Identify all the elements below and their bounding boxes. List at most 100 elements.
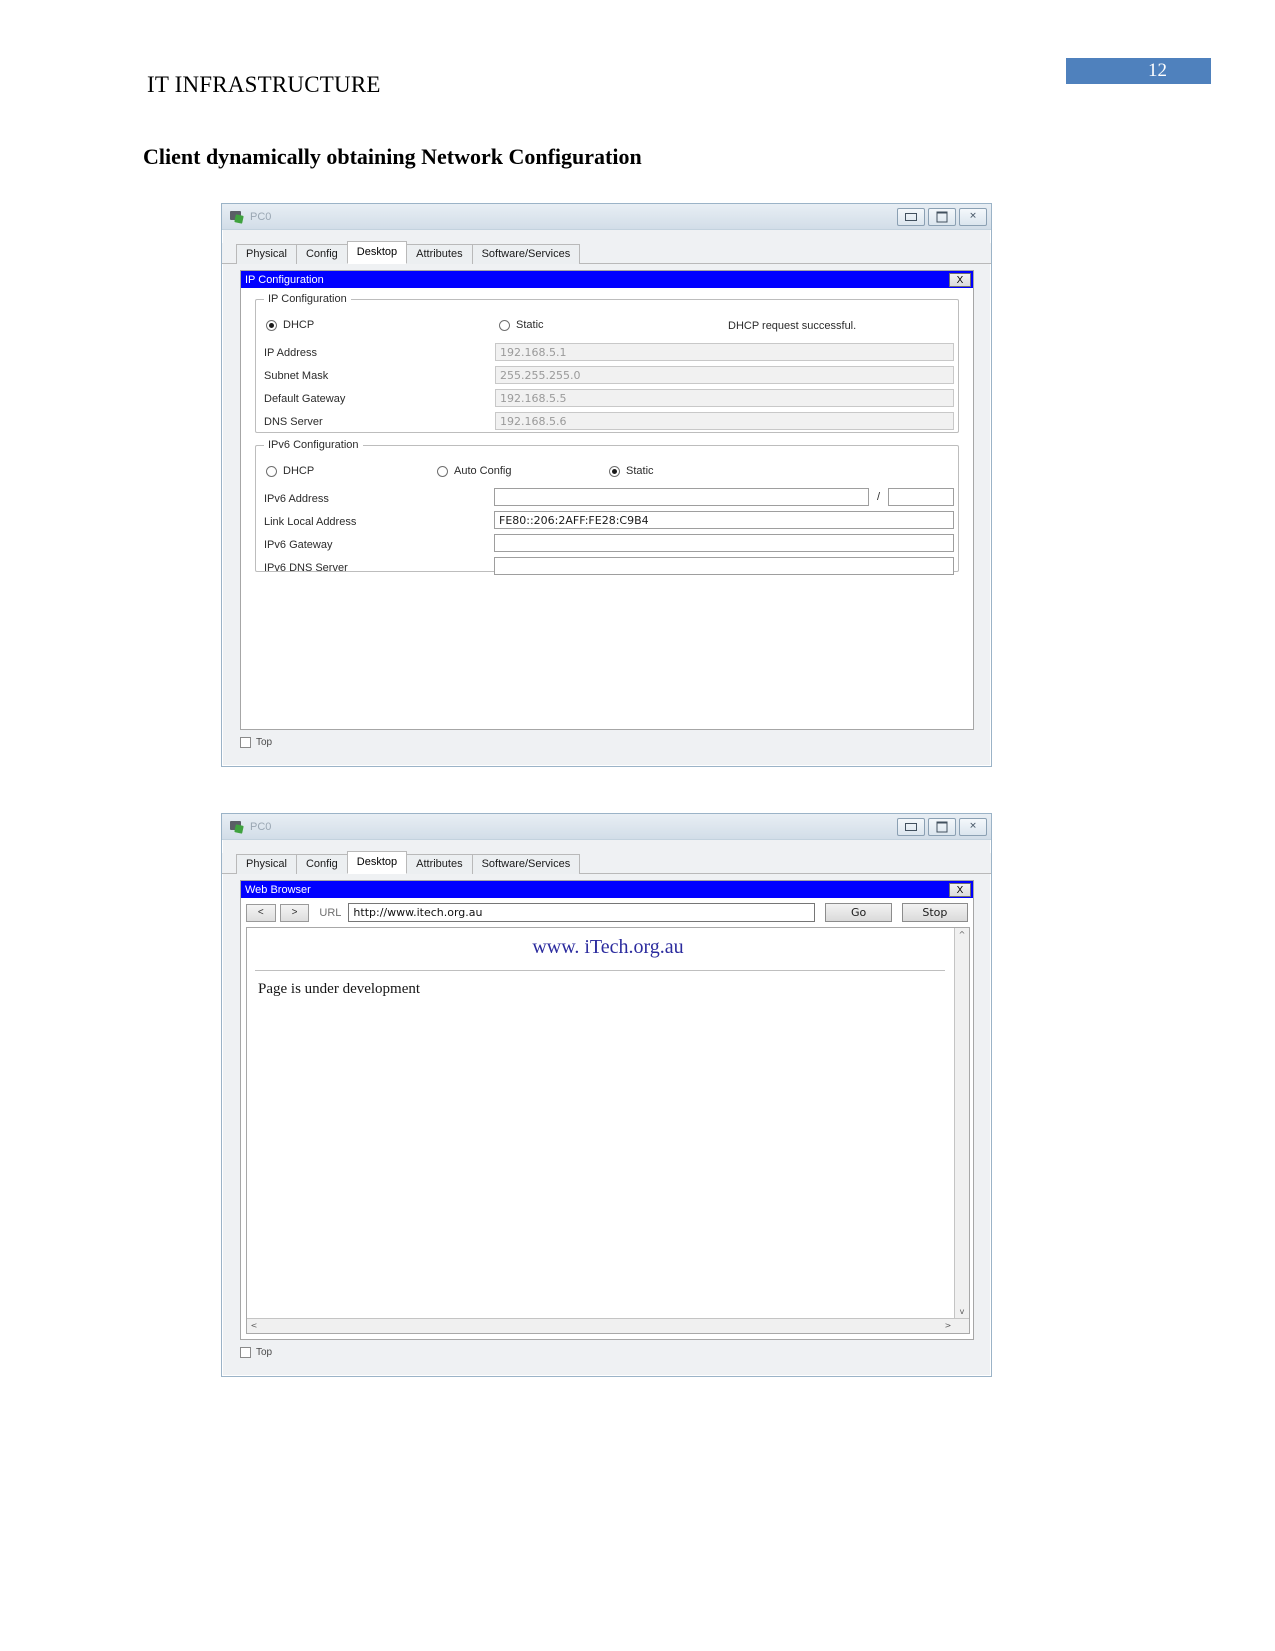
close-icon[interactable]: ✕ [959, 817, 987, 836]
web-browser-app-titlebar: Web Browser X [241, 881, 973, 898]
vertical-scrollbar[interactable]: ^ v [954, 928, 969, 1319]
go-button[interactable]: Go [825, 903, 892, 922]
radio-label: Static [516, 319, 544, 331]
radio-label: Auto Config [454, 465, 512, 477]
window1-title: PC0 [250, 210, 272, 223]
ipv6-prefix-separator: / [877, 491, 881, 503]
browser-toolbar: < > URL http://www.itech.org.au Go Stop [246, 903, 969, 922]
radio-ipv6-dhcp[interactable]: DHCP [266, 465, 314, 477]
label-ipv6-dns-server: IPv6 DNS Server [264, 562, 348, 574]
label-link-local-address: Link Local Address [264, 516, 357, 528]
scroll-left-arrow-icon[interactable]: < [247, 1319, 261, 1333]
radio-ipv4-static[interactable]: Static [499, 319, 544, 331]
desktop-panel-web-browser: Web Browser X < > URL http://www.itech.o… [240, 880, 974, 1340]
radio-indicator-icon [266, 319, 277, 331]
radio-indicator-icon [266, 465, 277, 477]
window1-tab-bar: Physical Config Desktop Attributes Softw… [222, 241, 991, 264]
input-link-local-address[interactable]: FE80::206:2AFF:FE28:C9B4 [494, 511, 954, 529]
checkbox-top[interactable] [240, 1347, 251, 1358]
tab-desktop[interactable]: Desktop [346, 851, 408, 874]
tab-attributes[interactable]: Attributes [406, 244, 473, 264]
url-input[interactable]: http://www.itech.org.au [348, 903, 816, 922]
forward-button[interactable]: > [279, 903, 310, 922]
packet-tracer-window-ip-config: PC0 ✕ Physical Config Desktop Attributes… [221, 203, 992, 767]
tab-desktop[interactable]: Desktop [346, 241, 408, 264]
window2-title: PC0 [250, 820, 272, 833]
label-ipv6-address: IPv6 Address [264, 493, 329, 505]
input-ipv6-dns-server[interactable] [494, 557, 954, 575]
radio-ipv6-auto-config[interactable]: Auto Config [437, 465, 511, 477]
maximize-icon[interactable] [928, 207, 956, 226]
ipv6-configuration-group: IPv6 Configuration DHCP Auto Config Stat… [255, 439, 959, 575]
page-title: Client dynamically obtaining Network Con… [143, 144, 642, 169]
dhcp-status-text: DHCP request successful. [728, 320, 857, 332]
radio-label: DHCP [283, 465, 315, 477]
input-subnet-mask[interactable]: 255.255.255.0 [495, 366, 954, 384]
document-header-title: IT INFRASTRUCTURE [147, 72, 381, 97]
maximize-icon[interactable] [928, 817, 956, 836]
window2-tab-bar: Physical Config Desktop Attributes Softw… [222, 851, 991, 874]
web-browser-app-title: Web Browser [245, 883, 311, 896]
input-ipv6-gateway[interactable] [494, 534, 954, 552]
ipv6-group-legend: IPv6 Configuration [264, 439, 363, 452]
radio-ipv4-dhcp[interactable]: DHCP [266, 319, 314, 331]
input-ip-address[interactable]: 192.168.5.1 [495, 343, 954, 361]
label-ipv6-gateway: IPv6 Gateway [264, 539, 333, 551]
minimize-icon[interactable] [897, 207, 925, 226]
radio-indicator-icon [609, 465, 620, 477]
radio-label: DHCP [283, 319, 315, 331]
top-checkbox-row[interactable]: Top [240, 1347, 272, 1358]
tab-software-services[interactable]: Software/Services [471, 244, 581, 264]
tab-physical[interactable]: Physical [236, 244, 297, 264]
scroll-up-arrow-icon[interactable]: ^ [955, 928, 969, 942]
top-checkbox-row[interactable]: Top [240, 737, 272, 748]
checkbox-top-label: Top [256, 1347, 273, 1358]
ip-config-app-title: IP Configuration [245, 273, 324, 286]
label-ip-address: IP Address [264, 347, 317, 359]
radio-indicator-icon [437, 465, 448, 477]
input-default-gateway[interactable]: 192.168.5.5 [495, 389, 954, 407]
horizontal-scrollbar[interactable]: < > [247, 1318, 969, 1333]
close-icon[interactable]: ✕ [959, 207, 987, 226]
close-icon[interactable]: X [949, 272, 971, 287]
scroll-right-arrow-icon[interactable]: > [941, 1319, 955, 1333]
close-icon[interactable]: X [949, 882, 971, 897]
input-dns-server[interactable]: 192.168.5.6 [495, 412, 954, 430]
label-default-gateway: Default Gateway [264, 393, 346, 405]
tab-config[interactable]: Config [295, 854, 348, 874]
browser-content-area: www. iTech.org.au Page is under developm… [246, 927, 970, 1334]
radio-ipv6-static[interactable]: Static [609, 465, 654, 477]
ipv4-group-legend: IP Configuration [264, 293, 351, 306]
window2-titlebar[interactable]: PC0 ✕ [222, 814, 991, 840]
pc-device-icon [230, 820, 244, 834]
ipv4-configuration-group: IP Configuration DHCP Static DHCP reques… [255, 293, 959, 433]
back-button[interactable]: < [246, 903, 276, 922]
checkbox-top[interactable] [240, 737, 251, 748]
input-ipv6-prefix[interactable] [888, 488, 954, 506]
tab-attributes[interactable]: Attributes [406, 854, 473, 874]
rendered-page-body-text: Page is under development [258, 981, 421, 997]
pc-device-icon [230, 210, 244, 224]
radio-indicator-icon [499, 319, 510, 331]
url-label: URL [319, 906, 342, 919]
input-ipv6-address[interactable] [494, 488, 869, 506]
label-subnet-mask: Subnet Mask [264, 370, 329, 382]
rendered-page-divider [255, 970, 945, 971]
desktop-panel-ip-config: IP Configuration X IP Configuration DHCP… [240, 270, 974, 730]
minimize-icon[interactable] [897, 817, 925, 836]
rendered-page-site-title: www. iTech.org.au [532, 936, 684, 958]
tab-software-services[interactable]: Software/Services [471, 854, 581, 874]
packet-tracer-window-web-browser: PC0 ✕ Physical Config Desktop Attributes… [221, 813, 992, 1377]
window1-titlebar[interactable]: PC0 ✕ [222, 204, 991, 230]
label-dns-server: DNS Server [264, 416, 323, 428]
checkbox-top-label: Top [256, 737, 273, 748]
page-number-badge: 12 [1066, 58, 1211, 84]
window1-controls: ✕ [897, 207, 987, 226]
scroll-down-arrow-icon[interactable]: v [955, 1305, 969, 1319]
tab-config[interactable]: Config [295, 244, 348, 264]
window2-controls: ✕ [897, 817, 987, 836]
ip-config-app-titlebar: IP Configuration X [241, 271, 973, 288]
tab-physical[interactable]: Physical [236, 854, 297, 874]
stop-button[interactable]: Stop [901, 903, 969, 922]
radio-label: Static [626, 465, 654, 477]
